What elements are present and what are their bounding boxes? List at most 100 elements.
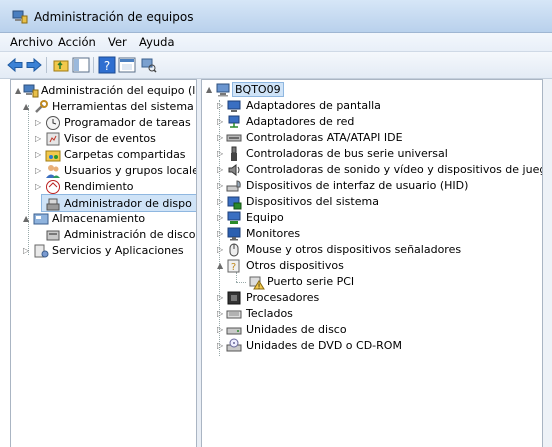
hid-icon <box>226 180 241 192</box>
computer-device-icon <box>227 211 241 224</box>
properties-icon[interactable] <box>118 56 136 74</box>
ide-controller-icon <box>226 134 242 142</box>
expand-icon[interactable]: ▷ <box>217 309 225 319</box>
window-title: Administración de equipos <box>34 10 194 24</box>
expand-icon[interactable]: ▷ <box>217 133 225 143</box>
computer-icon <box>216 83 230 97</box>
collapse-icon[interactable]: ▲ <box>23 102 31 112</box>
menu-bar: Archivo Acción Ver Ayuda <box>0 33 552 52</box>
tree-item-storage[interactable]: ▲ Almacenamiento <box>15 211 196 227</box>
services-apps-icon <box>34 244 49 258</box>
display-adapter-icon <box>227 100 241 112</box>
device-category-computer[interactable]: ▷ Equipo <box>206 210 536 226</box>
device-category-disk-drives[interactable]: ▷ Unidades de disco <box>206 322 536 338</box>
svg-text:!: ! <box>258 283 261 291</box>
tree-item-disk-management[interactable]: Administración de disco <box>15 227 196 243</box>
toolbar-separator <box>46 57 47 73</box>
expand-icon[interactable]: ▷ <box>217 165 225 175</box>
device-category-other-devices[interactable]: ▲ ? Otros dispositivos <box>206 258 536 274</box>
menu-accion[interactable]: Acción <box>58 35 96 49</box>
device-category-sound-controllers[interactable]: ▷ Controladoras de sonido y vídeo y disp… <box>206 162 542 178</box>
collapse-icon[interactable]: ▲ <box>23 214 31 224</box>
device-category-display-adapters[interactable]: ▷ Adaptadores de pantalla <box>206 98 536 114</box>
device-category-usb-controllers[interactable]: ▷ Controladoras de bus serie universal <box>206 146 536 162</box>
expand-icon[interactable]: ▷ <box>217 293 225 303</box>
network-adapter-icon <box>228 115 240 128</box>
tree-item-computer-management[interactable]: ▲ Administración del equipo (loc <box>15 83 196 99</box>
expand-icon[interactable]: ▷ <box>35 134 43 144</box>
expand-icon[interactable]: ▷ <box>217 229 225 239</box>
mouse-icon <box>229 243 239 257</box>
tree-item-performance[interactable]: ▷ Rendimiento <box>15 179 196 195</box>
expand-icon[interactable]: ▷ <box>217 181 225 191</box>
device-category-dvd-drives[interactable]: ▷ Unidades de DVD o CD-ROM <box>206 338 536 354</box>
tree-item-local-users-groups[interactable]: ▷ Usuarios y grupos locale <box>15 163 196 179</box>
system-tools-icon <box>35 100 48 113</box>
menu-ver[interactable]: Ver <box>108 35 127 49</box>
collapse-icon[interactable]: ▲ <box>15 86 23 96</box>
device-category-system-devices[interactable]: ▷ Dispositivos del sistema <box>206 194 536 210</box>
svg-text:?: ? <box>104 59 110 73</box>
collapse-icon[interactable]: ▲ <box>206 85 214 95</box>
computer-management-icon <box>23 84 39 98</box>
performance-icon <box>46 180 60 194</box>
device-category-keyboards[interactable]: ▷ Teclados <box>206 306 536 322</box>
menu-archivo[interactable]: Archivo <box>10 35 53 49</box>
tree-item-shared-folders[interactable]: ▷ Carpetas compartidas <box>15 147 196 163</box>
toolbar-separator <box>93 57 94 73</box>
tree-item-device-manager[interactable]: Administrador de dispo <box>41 194 196 212</box>
users-groups-icon <box>46 165 60 178</box>
usb-controller-icon <box>231 146 237 161</box>
device-category-processors[interactable]: ▷ Procesadores <box>206 290 536 306</box>
expand-icon[interactable]: ▷ <box>217 101 225 111</box>
device-category-hid[interactable]: ▷ Dispositivos de interfaz de usuario (H… <box>206 178 536 194</box>
task-scheduler-icon <box>46 116 60 130</box>
expand-icon[interactable]: ▷ <box>35 150 43 160</box>
disk-drive-icon <box>226 327 242 335</box>
other-devices-icon: ? <box>227 259 240 273</box>
warning-device-icon: ! <box>249 276 265 291</box>
expand-icon[interactable]: ▷ <box>217 325 225 335</box>
storage-icon <box>33 213 49 225</box>
tree-item-task-scheduler[interactable]: ▷ Programador de tareas <box>15 115 196 131</box>
expand-icon[interactable]: ▷ <box>217 245 225 255</box>
toolbar: ? <box>0 52 552 79</box>
forward-icon[interactable] <box>25 56 43 74</box>
vertical-scrollbar[interactable] <box>543 79 552 447</box>
expand-icon[interactable]: ▷ <box>217 341 225 351</box>
expand-icon[interactable]: ▷ <box>35 182 43 192</box>
computer-management-icon <box>12 10 28 24</box>
device-category-network-adapters[interactable]: ▷ Adaptadores de red <box>206 114 536 130</box>
tree-item-event-viewer[interactable]: ▷ Visor de eventos <box>15 131 196 147</box>
up-folder-icon[interactable] <box>52 56 70 74</box>
expand-icon[interactable]: ▷ <box>217 117 225 127</box>
expand-icon[interactable]: ▷ <box>35 118 43 128</box>
device-category-monitors[interactable]: ▷ Monitores <box>206 226 536 242</box>
expand-icon[interactable]: ▷ <box>217 149 225 159</box>
collapse-icon[interactable]: ▲ <box>217 261 225 271</box>
expand-icon[interactable]: ▷ <box>217 197 225 207</box>
tree-item-system-tools[interactable]: ▲ Herramientas del sistema <box>15 99 196 115</box>
device-tree-pane[interactable]: ▲ BQTO09 ▷ Adaptadores de pantalla ▷ Ada… <box>201 79 543 447</box>
device-category-ide-controllers[interactable]: ▷ Controladoras ATA/ATAPI IDE <box>206 130 536 146</box>
sound-controller-icon <box>228 164 240 176</box>
device-pci-serial-port[interactable]: ! Puerto serie PCI <box>206 274 536 290</box>
device-tree-root[interactable]: ▲ BQTO09 <box>206 82 536 98</box>
disk-management-icon <box>46 230 60 241</box>
scan-hardware-icon[interactable] <box>139 56 157 74</box>
menu-ayuda[interactable]: Ayuda <box>139 35 175 49</box>
device-tree-root-label: BQTO09 <box>232 82 284 97</box>
help-icon[interactable]: ? <box>98 56 116 74</box>
tree-item-services-applications[interactable]: ▷ Servicios y Aplicaciones <box>15 243 196 259</box>
expand-icon[interactable]: ▷ <box>23 246 31 256</box>
expand-icon[interactable]: ▷ <box>35 166 43 176</box>
show-hide-tree-icon[interactable] <box>72 56 90 74</box>
keyboard-icon <box>226 310 242 319</box>
console-tree-pane[interactable]: ▲ Administración del equipo (loc ▲ Herra… <box>10 79 197 447</box>
system-devices-icon <box>227 196 242 210</box>
dvd-drive-icon <box>226 338 242 352</box>
title-bar: Administración de equipos <box>0 0 552 33</box>
back-icon[interactable] <box>6 56 24 74</box>
device-category-mouse[interactable]: ▷ Mouse y otros dispositivos señaladores <box>206 242 536 258</box>
expand-icon[interactable]: ▷ <box>217 213 225 223</box>
